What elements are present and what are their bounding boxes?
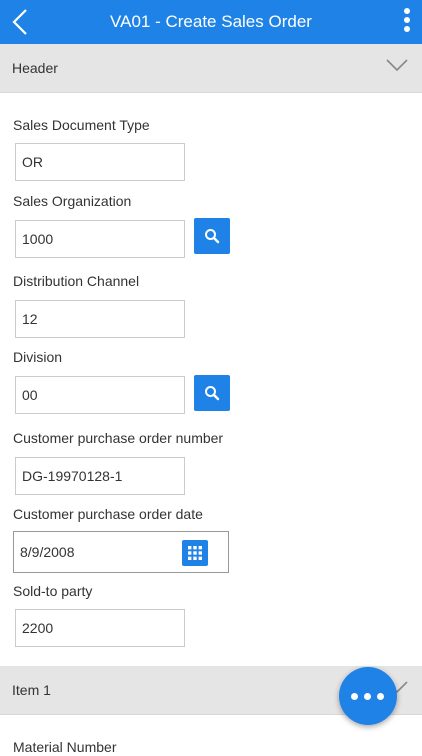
header-section-toggle[interactable]: Header	[0, 44, 422, 93]
distribution-channel-label: Distribution Channel	[13, 273, 140, 289]
sold-to-party-input[interactable]: 2200	[15, 609, 185, 647]
header-section-label: Header	[12, 60, 58, 76]
more-options-button[interactable]	[400, 8, 414, 38]
sales-organization-input[interactable]: 1000	[15, 220, 185, 258]
app-bar: VA01 - Create Sales Order	[0, 0, 422, 44]
distribution-channel-input[interactable]: 12	[15, 300, 185, 338]
search-icon	[205, 386, 220, 401]
sales-organization-label: Sales Organization	[13, 193, 132, 209]
more-vertical-icon	[404, 8, 410, 14]
chevron-down-icon	[386, 59, 408, 72]
search-icon	[205, 229, 220, 244]
chevron-left-icon	[12, 9, 27, 35]
more-actions-fab[interactable]	[339, 667, 397, 725]
calendar-grid-icon	[188, 546, 202, 560]
sales-document-type-input[interactable]: OR	[15, 143, 185, 181]
sold-to-party-label: Sold-to party	[13, 583, 93, 599]
customer-po-number-input[interactable]: DG-19970128-1	[15, 457, 185, 495]
item-1-section-label: Item 1	[12, 682, 51, 698]
customer-po-number-label: Customer purchase order number	[13, 430, 224, 446]
page-title: VA01 - Create Sales Order	[110, 12, 312, 31]
customer-po-date-input[interactable]: 8/9/2008	[13, 531, 229, 573]
customer-po-date-value: 8/9/2008	[20, 544, 75, 560]
back-button[interactable]	[6, 6, 40, 38]
customer-po-date-label: Customer purchase order date	[13, 506, 203, 522]
sales-document-type-label: Sales Document Type	[13, 117, 150, 133]
material-number-label: Material Number	[13, 739, 117, 755]
date-picker-button[interactable]	[182, 540, 208, 566]
division-input[interactable]: 00	[15, 376, 185, 414]
division-label: Division	[13, 349, 63, 365]
more-horizontal-icon	[351, 693, 358, 700]
sales-organization-search-button[interactable]	[194, 218, 230, 254]
division-search-button[interactable]	[194, 375, 230, 411]
